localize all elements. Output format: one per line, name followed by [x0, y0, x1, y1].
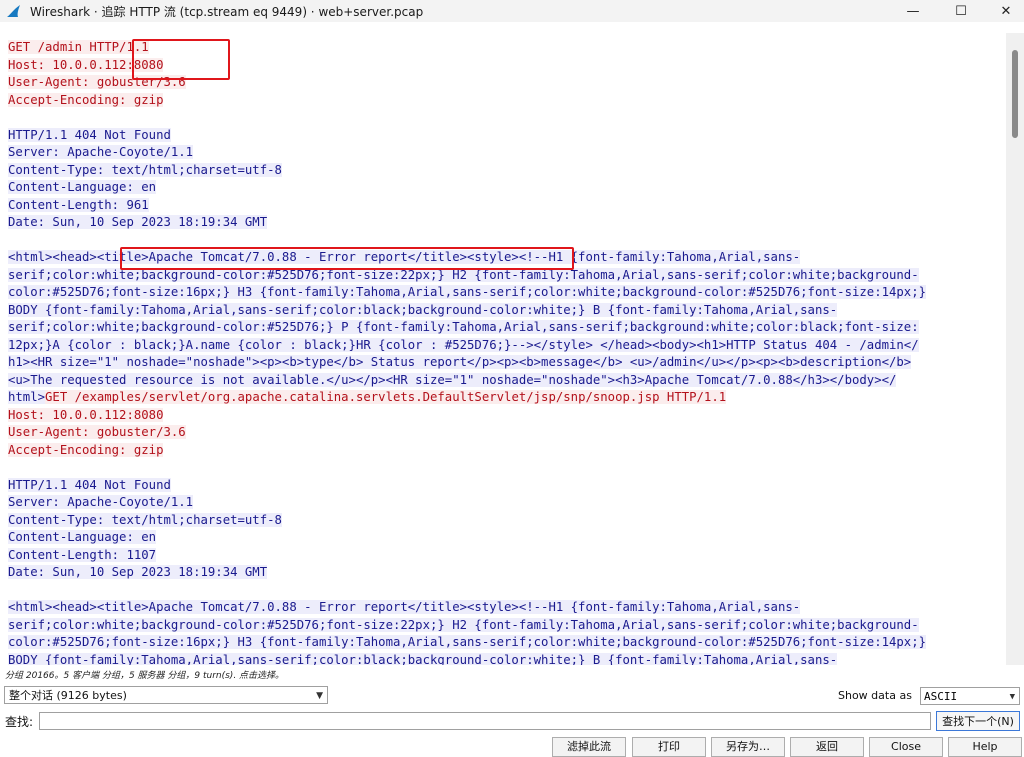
stream-line: Content-Type: text/html;charset=utf-8 [8, 512, 282, 530]
server-text: Server: Apache-Coyote/1.1 [8, 145, 194, 159]
server-text: color:#525D76;font-size:16px;} H3 {font-… [8, 285, 927, 299]
server-text: HTTP/1.1 404 Not Found [8, 477, 171, 492]
server-text: Date: Sun, 10 Sep 2023 18:19:34 GMT [8, 565, 268, 579]
server-text: html> [8, 390, 46, 404]
server-text: Server: Apache-Coyote/1.1 [8, 495, 194, 509]
stream-line: BODY {font-family:Tahoma,Arial,sans-seri… [8, 302, 838, 320]
server-text: 12px;}A {color : black;}A.name {color : … [8, 337, 919, 352]
server-text: Content-Type: text/html;charset=utf-8 [8, 512, 282, 527]
server-text: color:#525D76;font-size:16px;} H3 {font-… [8, 635, 927, 649]
show-data-as-label: Show data as [838, 689, 912, 702]
highlight-box-title-tag [120, 247, 574, 270]
stream-content-area[interactable]: GET /admin HTTP/1.1 Host: 10.0.0.112:8080… [0, 33, 1006, 665]
client-text: Accept-Encoding: gzip [8, 92, 164, 107]
wireshark-fin-icon [7, 5, 20, 17]
maximize-button[interactable]: ☐ [938, 0, 984, 22]
stream-line: <html><head><title>Apache Tomcat/7.0.88 … [8, 599, 801, 617]
stream-line: Accept-Encoding: gzip [8, 92, 164, 110]
server-text: Content-Length: 1107 [8, 547, 157, 562]
stream-line: Content-Language: en [8, 179, 157, 197]
minimize-button[interactable]: — [890, 0, 936, 22]
filter-out-stream-button[interactable]: 滤掉此流 [552, 737, 626, 757]
stream-line: <u>The requested resource is not availab… [8, 372, 897, 390]
stream-line: Content-Type: text/html;charset=utf-8 [8, 162, 282, 180]
server-text: Content-Type: text/html;charset=utf-8 [8, 162, 282, 177]
server-text: HTTP/1.1 404 Not Found [8, 127, 171, 142]
find-next-button[interactable]: 查找下一个(N) [936, 711, 1020, 731]
close-button[interactable]: ✕ [983, 0, 1024, 22]
conversation-select[interactable]: 整个对话 (9126 bytes) ▼ [4, 686, 328, 704]
client-text: User-Agent: gobuster/3.6 [8, 425, 186, 439]
close-dialog-button[interactable]: Close [869, 737, 943, 757]
stream-line: Content-Language: en [8, 529, 157, 547]
stream-line: Server: Apache-Coyote/1.1 [8, 494, 194, 512]
client-text: GET /examples/servlet/org.apache.catalin… [45, 390, 727, 404]
server-text: BODY {font-family:Tahoma,Arial,sans-seri… [8, 302, 838, 317]
stream-line: color:#525D76;font-size:16px;} H3 {font-… [8, 284, 927, 302]
highlight-box-host-port [132, 39, 230, 80]
server-text: Date: Sun, 10 Sep 2023 18:19:34 GMT [8, 215, 268, 229]
stream-line: serif;color:white;background-color:#525D… [8, 319, 919, 337]
stream-line: User-Agent: gobuster/3.6 [8, 424, 186, 442]
title-bar: Wireshark · 追踪 HTTP 流 (tcp.stream eq 944… [0, 0, 1024, 22]
stream-line: Server: Apache-Coyote/1.1 [8, 144, 194, 162]
data-format-value: ASCII [924, 690, 958, 703]
help-button[interactable]: Help [948, 737, 1022, 757]
server-text: BODY {font-family:Tahoma,Arial,sans-seri… [8, 652, 838, 665]
server-text: Content-Length: 961 [8, 197, 149, 212]
back-button[interactable]: 返回 [790, 737, 864, 757]
stream-line: Date: Sun, 10 Sep 2023 18:19:34 GMT [8, 564, 268, 582]
server-text: serif;color:white;background-color:#525D… [8, 320, 919, 334]
stream-line: BODY {font-family:Tahoma,Arial,sans-seri… [8, 652, 838, 665]
stream-line: html>GET /examples/servlet/org.apache.ca… [8, 389, 727, 407]
server-text: serif;color:white;background-color:#525D… [8, 617, 919, 632]
stream-line: Host: 10.0.0.112:8080 [8, 407, 164, 425]
print-button[interactable]: 打印 [632, 737, 706, 757]
client-text: GET /admin HTTP/1.1 [8, 40, 149, 54]
find-input[interactable] [39, 712, 931, 730]
stream-line: GET /admin HTTP/1.1 [8, 39, 149, 57]
stream-line: Accept-Encoding: gzip [8, 442, 164, 460]
scrollbar-thumb[interactable] [1012, 50, 1018, 138]
stream-line: color:#525D76;font-size:16px;} H3 {font-… [8, 634, 927, 652]
server-text: <u>The requested resource is not availab… [8, 372, 897, 387]
server-text: Content-Language: en [8, 530, 157, 544]
server-text: h1><HR size="1" noshade="noshade"><p><b>… [8, 355, 912, 369]
chevron-down-icon: ▼ [316, 691, 323, 701]
find-label: 查找: [5, 715, 34, 729]
stream-line: Content-Length: 961 [8, 197, 149, 215]
client-text: Accept-Encoding: gzip [8, 442, 164, 457]
save-as-button[interactable]: 另存为… [711, 737, 785, 757]
stream-line: Date: Sun, 10 Sep 2023 18:19:34 GMT [8, 214, 268, 232]
stream-line: serif;color:white;background-color:#525D… [8, 617, 919, 635]
stream-status-text: 分组 20166。5 客户端 分组，5 服务器 分组，9 turn(s). 点击… [5, 671, 285, 681]
server-text: Content-Language: en [8, 180, 157, 194]
stream-line: HTTP/1.1 404 Not Found [8, 477, 171, 495]
conversation-select-value: 整个对话 (9126 bytes) [9, 689, 127, 702]
window-title: Wireshark · 追踪 HTTP 流 (tcp.stream eq 944… [30, 4, 424, 19]
chevron-down-icon: ▼ [1009, 692, 1015, 702]
server-text: <html><head><title>Apache Tomcat/7.0.88 … [8, 600, 801, 614]
stream-line: HTTP/1.1 404 Not Found [8, 127, 171, 145]
client-text: Host: 10.0.0.112:8080 [8, 407, 164, 422]
stream-line: h1><HR size="1" noshade="noshade"><p><b>… [8, 354, 912, 372]
stream-line: 12px;}A {color : black;}A.name {color : … [8, 337, 919, 355]
data-format-select[interactable]: ASCII ▼ [920, 687, 1020, 705]
stream-line: Content-Length: 1107 [8, 547, 157, 565]
